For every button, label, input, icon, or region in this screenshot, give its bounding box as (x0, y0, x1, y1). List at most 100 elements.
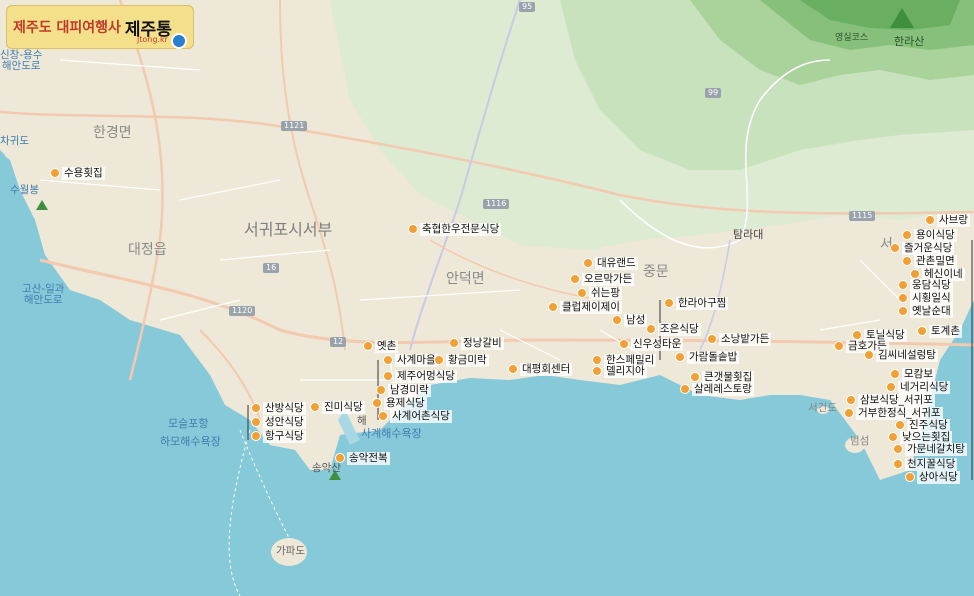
poi-yongi[interactable]: 용이식당 (902, 229, 957, 242)
road-1121: 1121 (281, 121, 308, 131)
map-canvas[interactable]: 제주도 대피여행사 제주통 jtong.kr 서귀포시서부 한경면 대정읍 안덕… (0, 0, 974, 596)
road-99: 99 (705, 88, 722, 98)
poi-chukhyeop[interactable]: 축협한우전문식당 (408, 223, 502, 236)
label-sincheon: 신창-용수 해안도로 (0, 49, 43, 72)
label-beomseom: 범섬 (850, 435, 870, 447)
restaurant-icon (50, 168, 60, 179)
restaurant-icon (363, 341, 373, 352)
restaurant-icon (905, 472, 915, 483)
restaurant-icon (372, 398, 382, 409)
restaurant-icon (548, 302, 558, 313)
poi-oreumak[interactable]: 오르막가든 (570, 273, 635, 286)
restaurant-icon (925, 215, 935, 226)
poi-mokambo[interactable]: 모캄보 (890, 368, 935, 381)
restaurant-icon (592, 366, 602, 377)
label-yeongsil: 영실코스 (835, 33, 869, 43)
poi-sinwoo[interactable]: 신우성타운 (619, 338, 684, 351)
restaurant-icon (449, 338, 459, 349)
poi-clubjey[interactable]: 클럽제이제이 (548, 301, 622, 314)
restaurant-icon (902, 256, 912, 267)
restaurant-icon (383, 371, 393, 382)
restaurant-icon (646, 324, 656, 335)
poi-sanbang[interactable]: 산방식당 (251, 402, 306, 415)
restaurant-icon (570, 274, 580, 285)
poi-jinju[interactable]: 진주식당 (895, 419, 950, 432)
poi-nateun[interactable]: 낮으는횟집 (888, 431, 953, 444)
poi-seongan[interactable]: 성안식당 (251, 416, 306, 429)
poi-hanggu[interactable]: 항구식당 (251, 430, 306, 443)
label-hae: 해 (357, 415, 367, 427)
poi-yetchon[interactable]: 옛촌 (363, 340, 399, 353)
restaurant-icon (251, 431, 261, 442)
restaurant-icon (378, 411, 388, 422)
label-moseulpo: 모슬포항 (168, 417, 209, 430)
poi-sagyemaeul[interactable]: 사계마을 (383, 354, 438, 367)
label-suwolbong: 수월봉 (10, 184, 39, 196)
road-1120: 1120 (229, 306, 256, 316)
restaurant-icon (917, 326, 927, 337)
site-logo[interactable]: 제주도 대피여행사 제주통 jtong.kr (6, 5, 194, 49)
road-16: 16 (263, 263, 280, 273)
restaurant-icon (844, 408, 854, 419)
poi-namseong[interactable]: 남성 (612, 314, 648, 327)
poi-cheonji[interactable]: 천지꿀식당 (893, 458, 958, 471)
restaurant-icon (251, 417, 261, 428)
poi-gwanchun[interactable]: 관촌밀면 (902, 255, 957, 268)
poi-garam[interactable]: 가람돌솥밥 (675, 351, 740, 364)
poi-namgyeong[interactable]: 남경미락 (376, 384, 431, 397)
region-daejeong: 대정읍 (128, 242, 167, 258)
restaurant-icon (335, 453, 345, 464)
poi-jejueo[interactable]: 제주어멍식당 (383, 370, 457, 383)
label-gapado: 가파도 (276, 545, 305, 557)
restaurant-icon (675, 352, 685, 363)
poi-geobuhan[interactable]: 거부한정식_서귀포 (844, 407, 943, 420)
poi-sabeuraeng[interactable]: 사브랑 (925, 214, 970, 227)
poi-swineun[interactable]: 쉬는팡 (577, 287, 622, 300)
restaurant-icon (310, 402, 320, 413)
label-sagye-beach: 사계해수욕장 (361, 427, 422, 440)
poi-sagyeeochon[interactable]: 사계어촌식당 (378, 410, 452, 423)
restaurant-icon (408, 224, 418, 235)
poi-deli[interactable]: 델리지아 (592, 365, 647, 378)
restaurant-icon (592, 355, 602, 366)
label-hamo: 하모해수욕장 (160, 435, 221, 448)
poi-togye[interactable]: 토계촌 (917, 325, 962, 338)
poi-keunget[interactable]: 큰갯물횟집 (690, 371, 755, 384)
label-taramdae: 탐라대 (733, 228, 764, 241)
region-andeok: 안덕면 (446, 271, 485, 287)
poi-sanga[interactable]: 상아식당 (905, 471, 960, 484)
poi-suyong[interactable]: 수용횟집 (50, 167, 105, 180)
road-1115: 1115 (849, 211, 876, 221)
restaurant-icon (852, 330, 862, 341)
poi-jeongnang[interactable]: 정낭갈비 (449, 337, 504, 350)
poi-negeori[interactable]: 네거리식당 (886, 381, 951, 394)
poi-gimsine[interactable]: 김씨네설렁탕 (864, 349, 938, 362)
label-seogeondo: 서건도 (808, 402, 837, 414)
poi-sambo[interactable]: 삼보식당_서귀포 (846, 394, 935, 407)
region-jungmun: 중문 (643, 264, 669, 280)
poi-hallagu[interactable]: 한라아구찜 (664, 297, 729, 310)
poi-hwanggeum[interactable]: 황금미락 (434, 354, 489, 367)
poi-garyun[interactable]: 가문네갈치탕 (893, 443, 967, 456)
poi-yongje[interactable]: 용제식당 (372, 397, 427, 410)
poi-jeulgeoun[interactable]: 즐거운식당 (890, 242, 955, 255)
poi-salle[interactable]: 살레레스토랑 (680, 383, 754, 396)
poi-sihwangil[interactable]: 시횡일식 (898, 292, 953, 305)
restaurant-icon (680, 384, 690, 395)
poi-daepyeong[interactable]: 대평회센터 (508, 363, 573, 376)
poi-jinmi[interactable]: 진미식당 (310, 401, 365, 414)
restaurant-icon (619, 339, 629, 350)
label-songaksan: 송악산 (312, 462, 341, 474)
restaurant-icon (707, 334, 717, 345)
poi-songak[interactable]: 송악전복 (335, 452, 390, 465)
restaurant-icon (910, 269, 920, 280)
poi-ungdam[interactable]: 웅담식당 (898, 279, 953, 292)
poi-sonabal[interactable]: 소낭밭가든 (707, 333, 772, 346)
poi-joeun[interactable]: 조은식당 (646, 323, 701, 336)
label-gosan: 고산-일과 해안도로 (22, 283, 65, 306)
poi-yetnal[interactable]: 옛날순대 (898, 305, 953, 318)
label-hallasan: 한라산 (894, 35, 925, 48)
poi-daeyu[interactable]: 대유랜드 (583, 257, 638, 270)
restaurant-icon (898, 306, 908, 317)
restaurant-icon (890, 243, 900, 254)
